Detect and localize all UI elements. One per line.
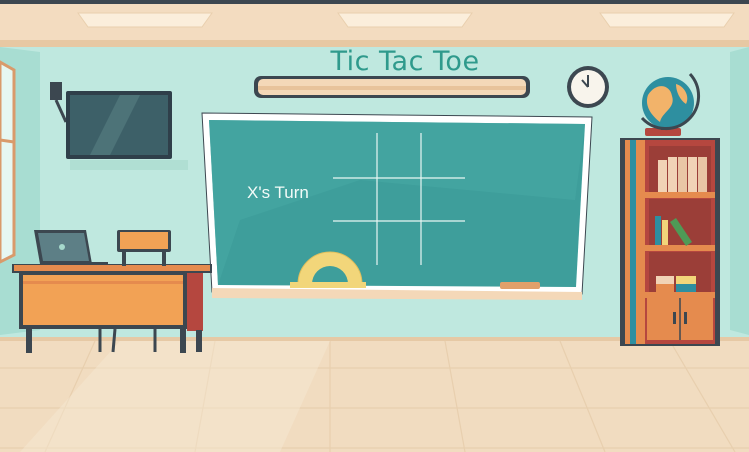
board-cell-1[interactable] — [334, 134, 377, 176]
board-cell-9[interactable] — [422, 222, 465, 264]
eraser — [500, 282, 540, 289]
board-cell-8[interactable] — [378, 222, 421, 264]
projector-screen — [254, 76, 530, 98]
board-cell-4[interactable] — [334, 179, 377, 221]
window — [0, 60, 16, 264]
page-title: Tic Tac Toe — [330, 46, 480, 77]
turn-status: X's Turn — [247, 183, 309, 202]
board-cell-7[interactable] — [334, 222, 377, 264]
board-cell-6[interactable] — [422, 179, 465, 221]
tv-icon — [50, 82, 188, 170]
board-cell-3[interactable] — [422, 134, 465, 176]
bookshelf — [620, 138, 720, 346]
board-cell-5[interactable] — [378, 179, 421, 221]
board-cell-2[interactable] — [378, 134, 421, 176]
clock-icon — [567, 66, 609, 108]
